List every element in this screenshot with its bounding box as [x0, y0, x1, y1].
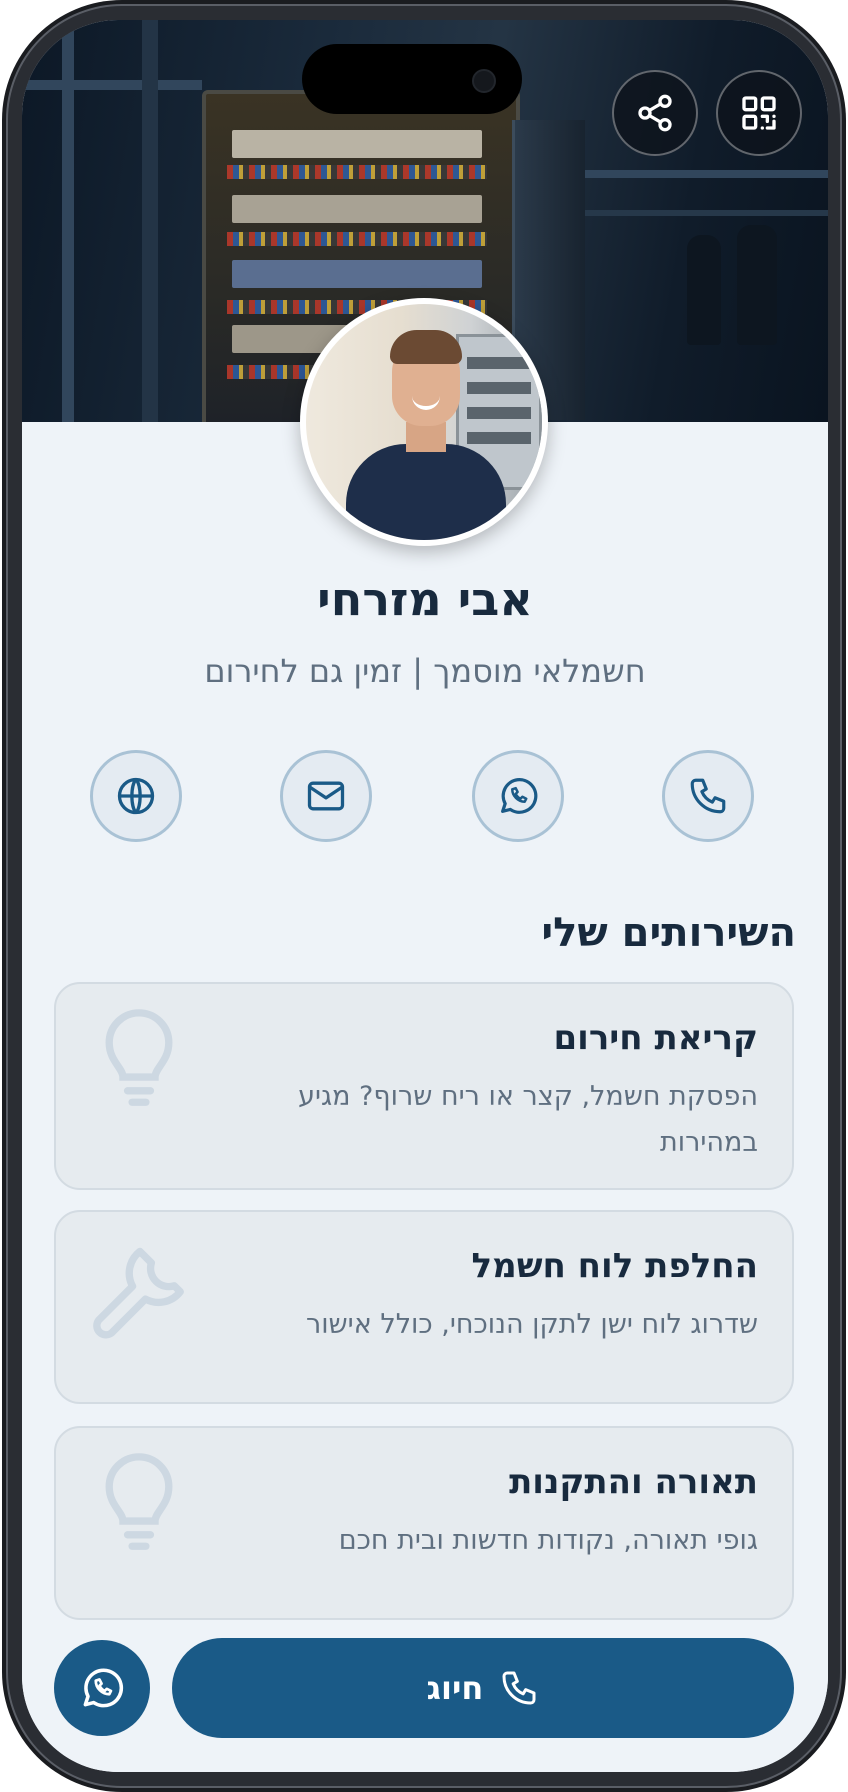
- services-title: השירותים שלי: [541, 910, 796, 956]
- breaker-rail: [232, 260, 482, 288]
- wrench-icon: [93, 1247, 184, 1339]
- breaker-rail: [232, 130, 482, 158]
- whatsapp-icon: [83, 1668, 124, 1708]
- service-description: הפסקת חשמל, קצר או ריח שרוף? מגיע במהירו…: [298, 1081, 758, 1158]
- lightbulb-icon: [105, 1453, 173, 1550]
- mail-icon: [307, 781, 345, 811]
- service-card[interactable]: תאורה והתקנות גופי תאורה, נקודות חדשות ו…: [54, 1426, 794, 1620]
- service-title: קריאת חירום: [553, 1018, 758, 1058]
- phone-frame: אבי מזרחי חשמלאי מוסמך | זמין גם לחירום: [2, 0, 846, 1792]
- whatsapp-icon: [501, 778, 538, 814]
- pipe: [22, 80, 202, 90]
- dynamic-island: [302, 44, 522, 114]
- whatsapp-floating-button[interactable]: [54, 1640, 150, 1736]
- pipe: [62, 20, 74, 422]
- website-button[interactable]: [90, 750, 182, 842]
- profile-subtitle: חשמלאי מוסמך | זמין גם לחירום: [204, 652, 646, 690]
- phone-icon: [502, 1671, 536, 1705]
- camera-icon: [472, 69, 496, 93]
- service-description: גופי תאורה, נקודות חדשות ובית חכם: [338, 1525, 758, 1556]
- screen: אבי מזרחי חשמלאי מוסמך | זמין גם לחירום: [22, 20, 828, 1772]
- whatsapp-button[interactable]: [472, 750, 564, 842]
- service-title: תאורה והתקנות: [509, 1462, 758, 1502]
- phone-icon: [690, 778, 726, 814]
- pipe: [582, 170, 828, 178]
- service-title: החלפת לוח חשמל: [471, 1246, 758, 1286]
- pipe: [142, 20, 158, 422]
- email-button[interactable]: [280, 750, 372, 842]
- wires: [227, 165, 487, 179]
- call-button-label: חיוג: [426, 1669, 484, 1707]
- globe-icon: [117, 777, 155, 815]
- service-description: שדרוג לוח ישן לתקן הנוכחי, כולל אישור: [305, 1309, 758, 1340]
- wires: [227, 232, 487, 246]
- background-worker: [687, 235, 721, 345]
- share-button[interactable]: [612, 70, 698, 156]
- breaker-rail: [232, 195, 482, 223]
- phone-button[interactable]: [662, 750, 754, 842]
- person-neck: [406, 422, 446, 452]
- background-worker: [737, 225, 777, 345]
- call-button[interactable]: חיוג: [172, 1638, 794, 1738]
- profile-avatar: [300, 298, 548, 546]
- avatar-photo: [306, 304, 542, 540]
- person-body: [346, 444, 506, 540]
- qr-code-button[interactable]: [716, 70, 802, 156]
- service-card[interactable]: החלפת לוח חשמל שדרוג לוח ישן לתקן הנוכחי…: [54, 1210, 794, 1404]
- profile-name: אבי מזרחי: [317, 572, 533, 626]
- lightbulb-icon: [105, 1009, 173, 1106]
- share-icon: [638, 94, 672, 132]
- service-card[interactable]: קריאת חירום הפסקת חשמל, קצר או ריח שרוף?…: [54, 982, 794, 1190]
- qr-code-icon: [742, 96, 776, 130]
- pipe: [582, 210, 828, 216]
- person-hair: [390, 330, 462, 364]
